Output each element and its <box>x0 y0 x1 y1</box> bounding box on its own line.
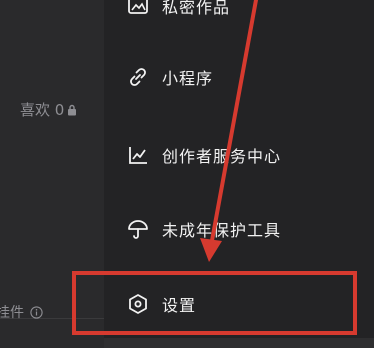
widget-label: 挂件 <box>0 305 24 321</box>
menu-item-minor-protection[interactable]: 未成年保护工具 <box>104 209 374 249</box>
side-menu: 私密作品 小程序 创作者服务中心 未成年保护工具 设置 <box>104 0 374 348</box>
profile-panel: 喜欢 0 挂件 <box>0 0 104 348</box>
hexagon-settings-icon <box>129 294 147 314</box>
likes-tab[interactable]: 喜欢 0 <box>20 99 77 120</box>
likes-label: 喜欢 0 <box>20 101 65 119</box>
bottom-edge <box>104 338 374 348</box>
menu-item-label: 设置 <box>162 296 197 315</box>
menu-item-label: 未成年保护工具 <box>162 221 282 240</box>
menu-item-label: 小程序 <box>162 69 214 88</box>
umbrella-icon <box>128 220 148 239</box>
menu-item-settings[interactable]: 设置 <box>104 284 374 324</box>
menu-item-label: 创作者服务中心 <box>162 147 282 166</box>
lock-icon <box>68 104 77 115</box>
link-icon <box>130 68 146 86</box>
menu-item-mini-program[interactable]: 小程序 <box>104 57 374 97</box>
widget-entry[interactable]: 挂件 <box>0 302 43 322</box>
menu-item-label: 私密作品 <box>162 0 231 17</box>
menu-item-creator-center[interactable]: 创作者服务中心 <box>104 135 374 175</box>
menu-item-private-works[interactable]: 私密作品 <box>104 0 374 26</box>
info-icon <box>30 305 43 319</box>
trend-chart-icon <box>129 147 147 164</box>
private-works-icon <box>128 0 148 14</box>
